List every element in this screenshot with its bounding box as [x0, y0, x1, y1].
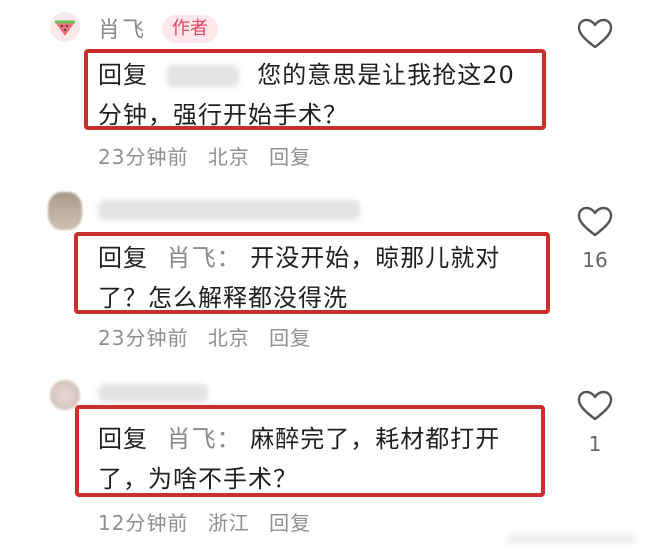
- like-count: 16: [582, 248, 608, 272]
- comment-time: 12分钟前: [98, 511, 189, 535]
- author-avatar[interactable]: [50, 12, 80, 42]
- redacted-commenter-name: [98, 200, 360, 220]
- heart-outline-icon[interactable]: [577, 18, 613, 50]
- comment-text-line2: 了，为啥不手术？: [98, 465, 298, 493]
- comment-meta: 23分钟前 北京 回复: [98, 322, 323, 351]
- reply-to-name[interactable]: 肖飞：: [167, 425, 242, 453]
- comment-line: 回复 肖飞： 开没开始，晾那儿就对: [98, 238, 542, 278]
- reply-button[interactable]: 回复: [269, 145, 311, 169]
- reply-to-name[interactable]: 肖飞：: [167, 244, 242, 272]
- comment-body: 回复 您的意思是让我抢这20 分钟，强行开始手术？: [98, 55, 538, 135]
- comment-body: 回复 肖飞： 麻醉完了，耗材都打开 了，为啥不手术？: [98, 419, 538, 499]
- author-badge: 作者: [162, 15, 218, 43]
- redacted-username: [166, 65, 239, 87]
- comment-location: 北京: [207, 145, 250, 169]
- comment-meta: 23分钟前 北京 回复: [98, 141, 323, 170]
- reply-prefix: 回复: [98, 425, 148, 453]
- watermark: [506, 534, 636, 544]
- comment-text-line1: 开没开始，晾那儿就对: [250, 244, 501, 272]
- redacted-commenter-name: [98, 384, 208, 402]
- comment-location: 北京: [207, 326, 250, 350]
- comment-text-line2: 了？怎么解释都没得洗: [98, 284, 348, 312]
- comment-meta: 12分钟前 浙江 回复: [98, 507, 323, 536]
- reply-prefix: 回复: [98, 61, 148, 89]
- reply-button[interactable]: 回复: [269, 511, 311, 535]
- comment-body: 回复 肖飞： 开没开始，晾那儿就对 了？怎么解释都没得洗: [98, 238, 542, 318]
- heart-outline-icon[interactable]: [577, 206, 613, 238]
- reply-prefix: 回复: [98, 244, 148, 272]
- comment-author-name[interactable]: 肖飞: [98, 12, 146, 44]
- comment-text-line1: 您的意思是让我抢这20: [257, 61, 515, 89]
- comment-location: 浙江: [207, 511, 250, 535]
- comment-time: 23分钟前: [98, 145, 189, 169]
- watermelon-avatar-icon: [55, 20, 75, 36]
- like-count: 1: [588, 432, 602, 456]
- comment-time: 23分钟前: [98, 326, 189, 350]
- reply-button[interactable]: 回复: [269, 326, 311, 350]
- comment-text-line2: 分钟，强行开始手术？: [98, 101, 348, 129]
- commenter-avatar[interactable]: [48, 192, 82, 230]
- comment-line: 回复 您的意思是让我抢这20: [98, 55, 538, 95]
- comment-line: 回复 肖飞： 麻醉完了，耗材都打开: [98, 419, 538, 459]
- heart-outline-icon[interactable]: [577, 390, 613, 422]
- comment-text-line1: 麻醉完了，耗材都打开: [250, 425, 501, 453]
